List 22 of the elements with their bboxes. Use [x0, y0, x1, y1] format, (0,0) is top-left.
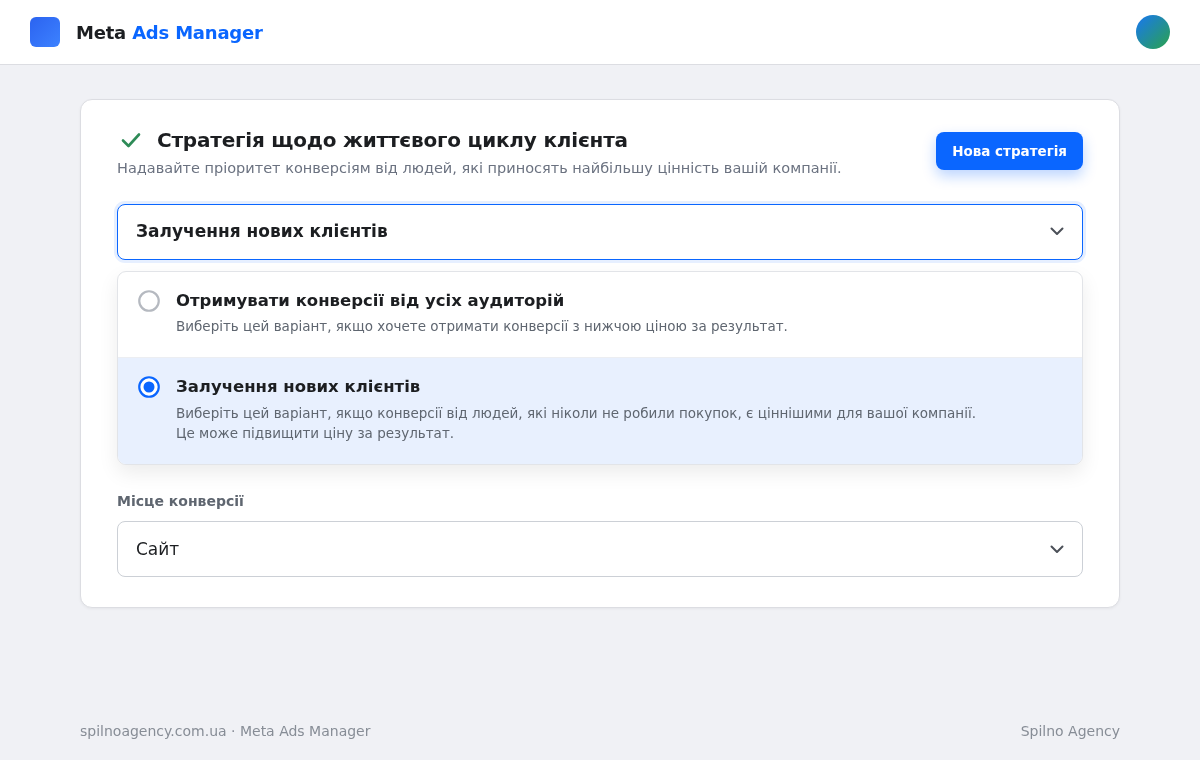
option-title: Залучення нових клієнтів — [176, 376, 422, 398]
radio-selected-icon[interactable] — [138, 376, 160, 399]
logo-icon — [30, 17, 60, 47]
check-icon — [121, 132, 141, 148]
new-strategy-button[interactable]: Нова стратегія — [936, 132, 1083, 171]
avatar-icon[interactable] — [1136, 15, 1170, 49]
radio-icon[interactable] — [138, 289, 160, 312]
strategy-description: Надавайте пріоритет конверсіям від людей, які приносять найбільшу цінність вашій компанії. — [117, 159, 842, 178]
dropdown-option[interactable]: Отримувати конверсії від усіх аудиторій Виберіть цей варіант, якщо хочете отримати конверсії з нижчою ціною за результат. — [118, 271, 1082, 358]
option-description: Виберіть цей варіант, якщо хочете отримати конверсії з нижчою ціною за результат. — [176, 317, 788, 337]
footer-text: spilnoagency.com.ua · Meta Ads Manager — [80, 722, 371, 741]
option-description: Виберіть цей варіант, якщо конверсії від людей, які ніколи не робили покупок, є ціннішими для вашої компанії. Це може підвищити ціну за результат. — [176, 403, 976, 444]
select-field[interactable]: Сайт — [117, 521, 1083, 578]
app-title: Meta Ads Manager — [76, 20, 263, 45]
select-field[interactable]: Залучення нових клієнтів — [117, 203, 1083, 260]
chevron-down-icon — [1050, 544, 1064, 554]
dropdown-option[interactable]: Залучення нових клієнтів Виберіть цей варіант, якщо конверсії від людей, які ніколи не робили покупок, є ціннішими для вашої компанії. Це може підвищити ціну за результат. — [118, 357, 1082, 465]
strategy-title: Стратегія щодо життєвого циклу клієнта — [157, 128, 628, 152]
field-label: Місце конверсії — [117, 492, 245, 512]
option-title: Отримувати конверсії від усіх аудиторій — [176, 289, 566, 312]
footer-text: Spilno Agency — [1020, 722, 1120, 741]
chevron-down-icon — [1050, 227, 1064, 237]
